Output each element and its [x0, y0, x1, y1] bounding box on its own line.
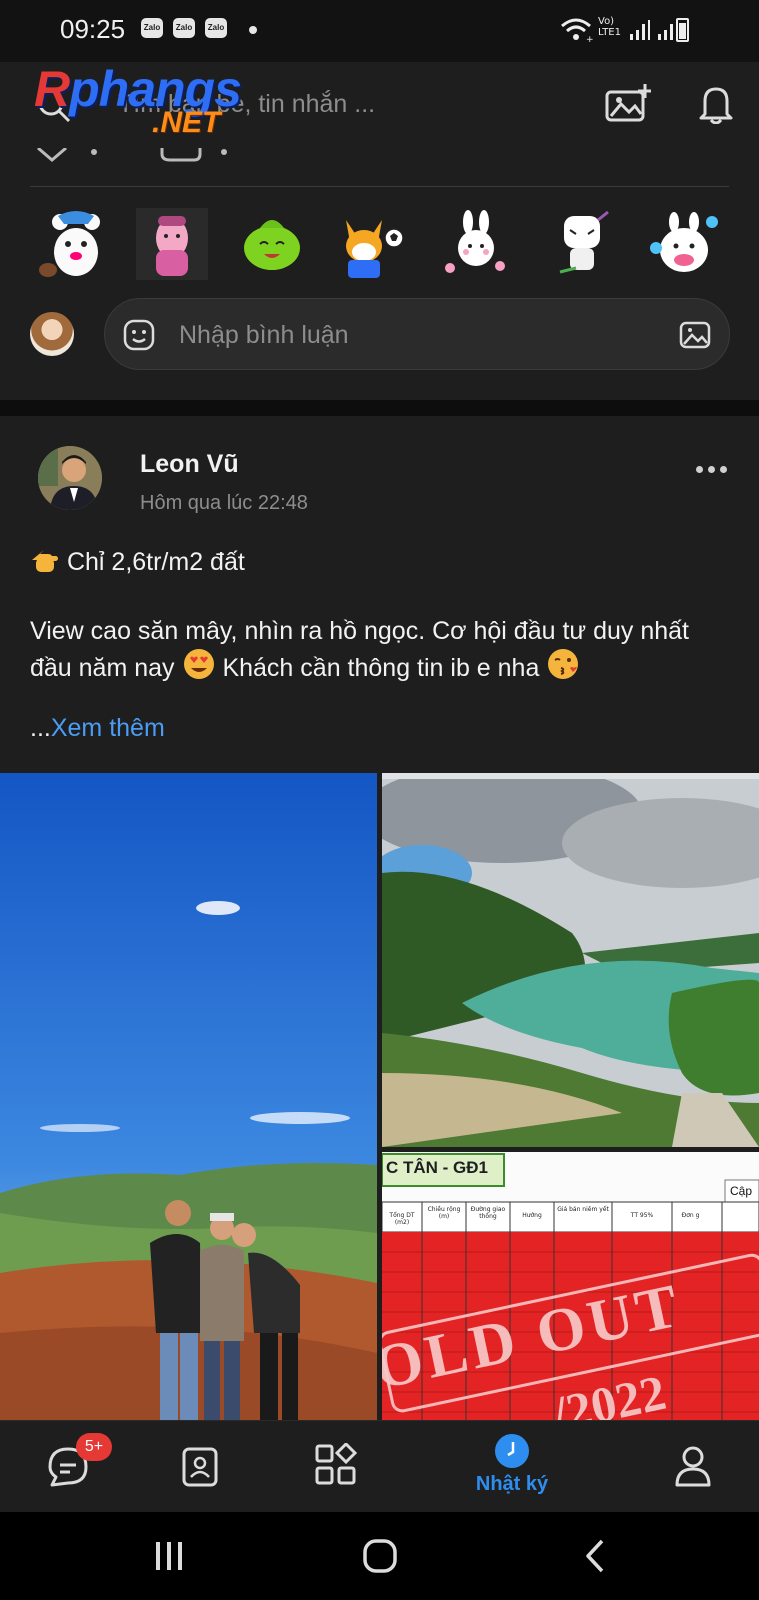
sticker-pink-bunny[interactable] [648, 208, 720, 280]
zalo-notification-icon: Zalo [173, 18, 195, 38]
post-photo-people[interactable] [0, 773, 377, 1420]
sticker-pink-girl[interactable] [136, 208, 208, 280]
zalo-notification-icon: Zalo [205, 18, 227, 38]
post-timestamp: Hôm qua lúc 22:48 [140, 492, 308, 514]
my-avatar[interactable] [30, 312, 74, 356]
sticker-bear[interactable] [36, 208, 108, 280]
like-icon [37, 148, 67, 162]
more-notifications-dot [249, 26, 257, 34]
post-text-line1: Chỉ 2,6tr/m2 đất [30, 548, 245, 577]
app-header: Tìm bạn bè, tin nhắn ... Rphangs .NET [0, 61, 759, 148]
signal-1-icon [630, 20, 650, 40]
pointing-hand-icon [32, 550, 58, 572]
emoji-icon[interactable] [123, 319, 155, 351]
status-time: 09:25 [60, 14, 126, 44]
grid-icon [315, 1443, 358, 1485]
table-title: C TÂN - GĐ1 [386, 1158, 488, 1177]
messages-badge: 5+ [76, 1433, 112, 1461]
wifi-icon: + [561, 18, 594, 43]
see-more-link[interactable]: ...Xem thêm [30, 714, 165, 743]
more-options-button[interactable] [696, 466, 727, 473]
sticker-fox-football[interactable] [336, 208, 408, 280]
bell-icon[interactable] [697, 84, 735, 124]
comment-input[interactable]: Nhập bình luận [104, 298, 730, 370]
status-bar: 09:25 Zalo Zalo Zalo + Vo) LTE1 [0, 0, 759, 62]
post-text-line2: View cao săn mây, nhìn ra hồ ngọc. Cơ hộ… [30, 614, 730, 685]
tab-discover[interactable] [276, 1421, 396, 1513]
back-icon[interactable] [582, 1538, 608, 1574]
svg-text:+: + [586, 35, 594, 43]
post-body-text-b: Khách cần thông tin ib e nha [222, 654, 540, 682]
add-photo-icon[interactable] [605, 84, 651, 124]
signal-2-icon [658, 20, 678, 40]
sticker-green-blob[interactable] [236, 208, 308, 280]
tab-messages[interactable]: 5+ [8, 1421, 128, 1513]
divider [30, 186, 729, 187]
table-cap-label: Cập [730, 1184, 753, 1198]
profile-icon [675, 1446, 711, 1487]
clock-icon [495, 1434, 529, 1468]
home-icon[interactable] [362, 1538, 398, 1574]
post-photo-price-table[interactable]: C TÂN - GĐ1 Cập Tổng DT (m2) Chiều rộng … [382, 1152, 759, 1420]
image-icon[interactable] [679, 319, 711, 351]
post-price-text: Chỉ 2,6tr/m2 đất [66, 548, 245, 576]
battery-icon [676, 18, 689, 42]
tab-diary[interactable]: Nhật ký [452, 1421, 572, 1513]
watermark-logo: Rphangs .NET [34, 61, 264, 144]
author-name[interactable]: Leon Vũ [140, 450, 239, 479]
comment-placeholder: Nhập bình luận [179, 321, 349, 349]
table-header-row: Tổng DT (m2) Chiều rộng (m) Đường giao t… [389, 1206, 700, 1226]
sticker-bunny[interactable] [440, 208, 512, 280]
bottom-navigation: 5+ Nhật ký [0, 1420, 759, 1512]
previous-post-footer: Nhập bình luận [0, 148, 759, 400]
system-navigation-bar [0, 1512, 759, 1600]
author-avatar[interactable] [38, 446, 102, 510]
recent-apps-icon[interactable] [152, 1540, 186, 1572]
network-label: Vo) LTE1 [598, 16, 621, 38]
tab-profile[interactable] [632, 1421, 752, 1513]
feed-post: Leon Vũ Hôm qua lúc 22:48 Chỉ 2,6tr/m2 đ… [0, 416, 759, 1420]
sticker-cat[interactable] [546, 208, 618, 280]
comment-icon [160, 148, 202, 162]
post-photo-lake[interactable] [382, 773, 759, 1147]
watermark-net: .NET [152, 106, 221, 139]
kiss-emoji-icon [548, 649, 579, 679]
zalo-notification-icon: Zalo [141, 18, 163, 38]
tab-contacts[interactable] [140, 1421, 260, 1513]
reaction-row [37, 148, 227, 162]
post-separator [0, 400, 759, 416]
contacts-icon [182, 1447, 218, 1487]
heart-eyes-emoji-icon [183, 649, 214, 679]
tab-diary-label: Nhật ký [475, 1473, 549, 1495]
